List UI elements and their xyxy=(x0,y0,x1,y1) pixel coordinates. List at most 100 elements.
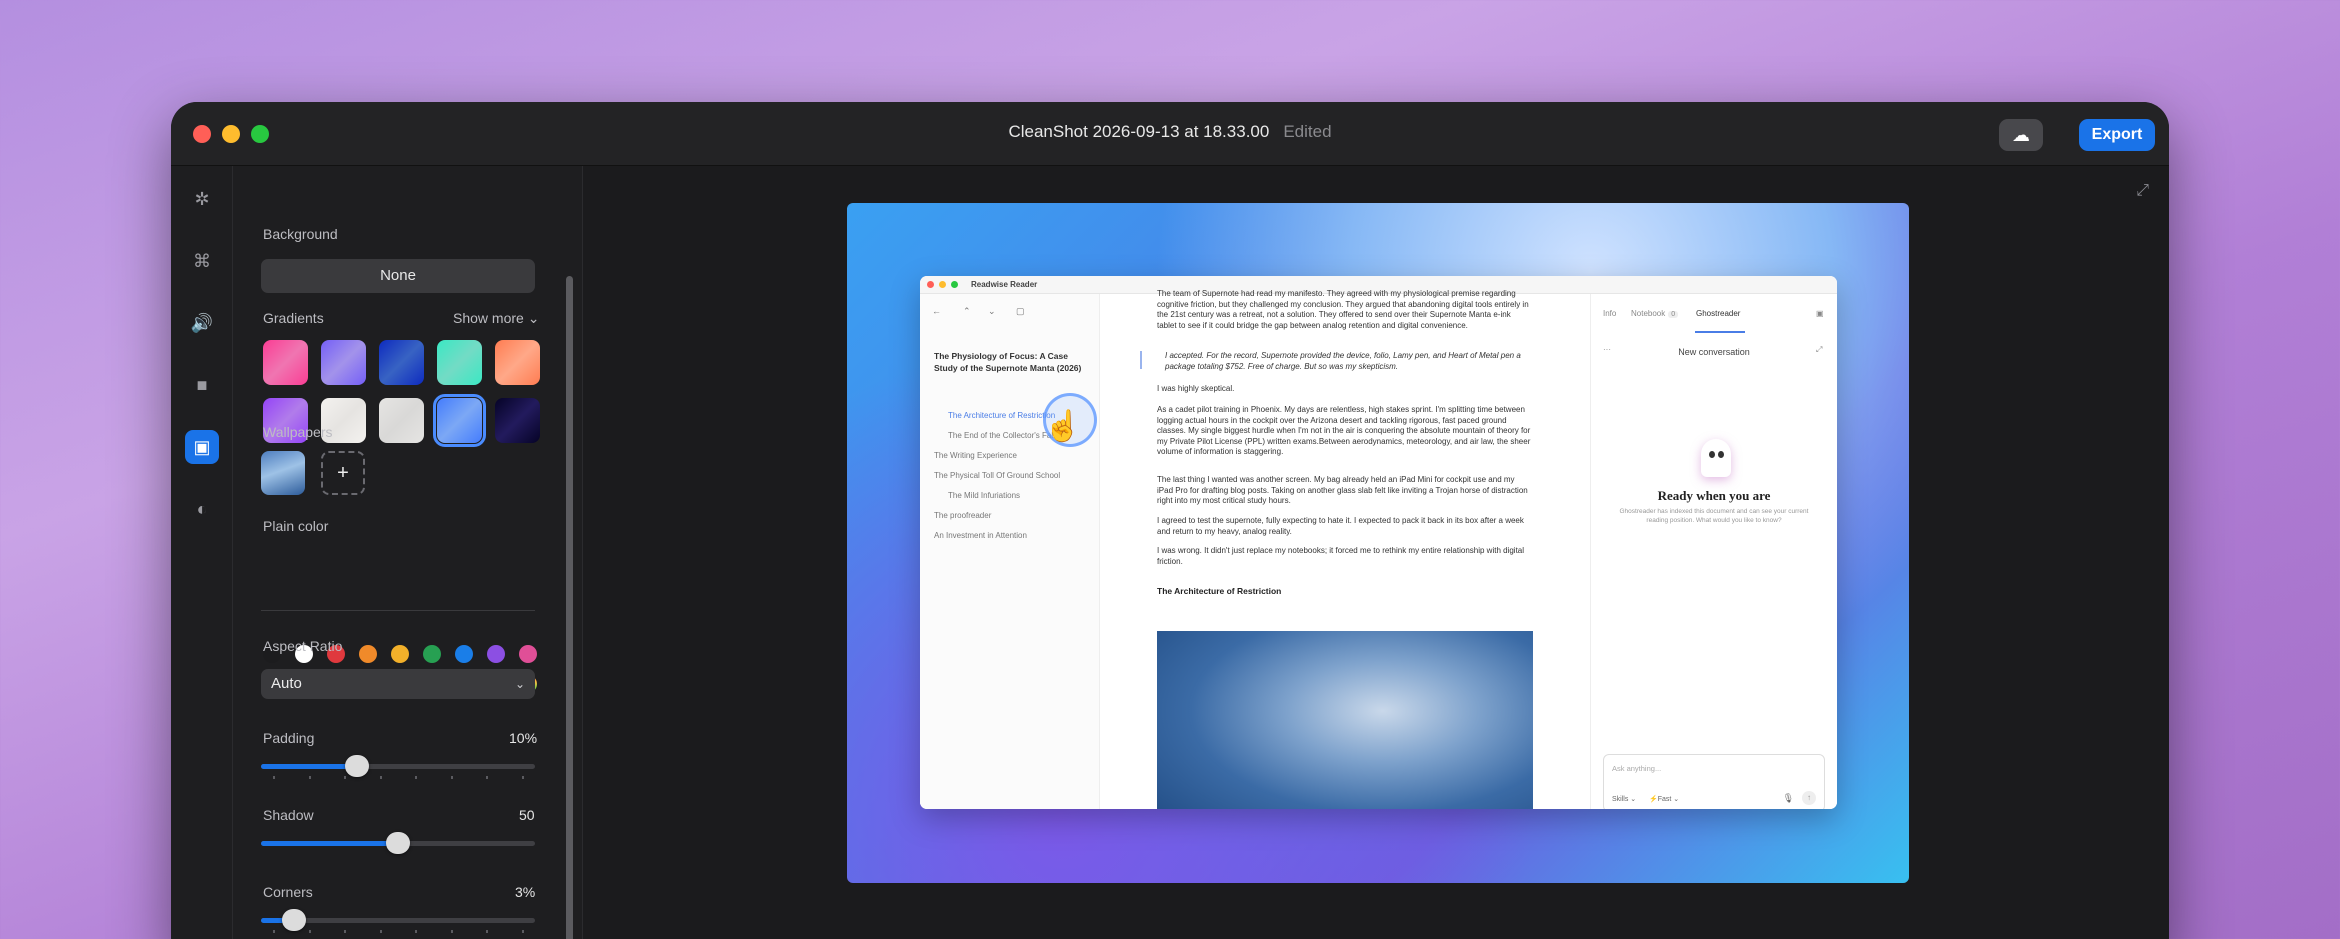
reader-toc-pane: ← ⌃ ⌄ ▢ The Physiology of Focus: A Case … xyxy=(920,294,1100,809)
aspect-ratio-label: Aspect Ratio xyxy=(263,638,343,654)
slider-ticks xyxy=(261,930,535,934)
toc-document-title: The Physiology of Focus: A Case Study of… xyxy=(934,351,1082,373)
chevron-down-icon: ⌄ xyxy=(514,677,525,691)
show-more-link[interactable]: Show more ⌄ xyxy=(453,310,539,327)
ghostreader-pane: Info Notebook 0 Ghostreader ▣ ··· New con… xyxy=(1590,294,1837,809)
tool-rail: ✲ ⌘ 🔊 ■ ▣ ◐ xyxy=(171,166,233,939)
file-name: CleanShot 2026-09-13 at 18.33.00 xyxy=(1008,122,1270,141)
hand-cursor-icon: ☝ xyxy=(1044,410,1082,443)
slider-thumb[interactable] xyxy=(386,832,410,854)
active-tab-underline xyxy=(1695,331,1745,333)
cloud-upload-button[interactable]: ☁ xyxy=(1999,119,2043,151)
slider-thumb[interactable] xyxy=(281,909,306,931)
color-dot[interactable] xyxy=(519,645,537,663)
reader-app-title: Readwise Reader xyxy=(971,280,1038,289)
corners-slider[interactable] xyxy=(261,909,535,931)
toc-item: The Writing Experience xyxy=(934,451,1017,460)
paragraph: I was highly skeptical. xyxy=(1157,384,1235,393)
audio-icon[interactable]: 🔊 xyxy=(185,306,219,340)
up-arrow-icon: ⌃ xyxy=(963,306,971,316)
shadow-label: Shadow xyxy=(263,807,314,823)
gradient-swatch[interactable] xyxy=(379,398,424,443)
crop-icon[interactable]: ⌘ xyxy=(185,244,219,278)
paragraph: The last thing I wanted was another scre… xyxy=(1157,475,1528,505)
color-dot[interactable] xyxy=(487,645,505,663)
edited-status: Edited xyxy=(1283,122,1332,141)
panel-scrollbar[interactable] xyxy=(566,276,573,939)
plus-icon: + xyxy=(337,462,349,484)
cloud-upload-icon: ☁ xyxy=(2012,125,2030,145)
screenshot-preview[interactable]: Readwise Reader ← ⌃ ⌄ ▢ The Physiology o… xyxy=(847,203,1909,883)
down-arrow-icon: ⌄ xyxy=(988,306,996,316)
gradient-swatch[interactable] xyxy=(433,394,486,447)
color-dot[interactable] xyxy=(391,645,409,663)
microphone-icon: 🎙 xyxy=(1782,793,1794,803)
reader-zoom-dot xyxy=(951,281,958,288)
background-icon[interactable]: ▣ xyxy=(185,430,219,464)
toc-item: The Physical Toll Of Ground School xyxy=(934,471,1061,480)
paragraph: I agreed to test the supernote, fully ex… xyxy=(1157,516,1524,536)
magic-wand-icon[interactable]: ✲ xyxy=(185,182,219,216)
toc-item: The Architecture of Restriction xyxy=(948,411,1056,420)
gradient-swatch[interactable] xyxy=(379,340,424,385)
corners-label: Corners xyxy=(263,884,313,900)
panel-toggle-icon: ▣ xyxy=(1816,309,1824,318)
new-conversation-label: New conversation xyxy=(1678,347,1750,357)
readwise-window: Readwise Reader ← ⌃ ⌄ ▢ The Physiology o… xyxy=(920,276,1837,809)
back-arrow-icon: ← xyxy=(932,306,941,316)
toc-item: The proofreader xyxy=(934,511,992,520)
color-dot[interactable] xyxy=(455,645,473,663)
gradient-swatch[interactable] xyxy=(495,398,540,443)
slider-thumb[interactable] xyxy=(344,755,369,777)
wallpapers-label: Wallpapers xyxy=(263,424,333,440)
reader-document: The team of Supernote had read my manife… xyxy=(1100,289,1590,809)
fast-selector: ⚡Fast ⌄ xyxy=(1649,796,1680,803)
export-button[interactable]: Export xyxy=(2079,119,2155,151)
expand-icon: ⤢ xyxy=(1816,345,1823,354)
toc-item: The Mild Infuriations xyxy=(948,491,1021,500)
sky-photo xyxy=(1157,631,1533,809)
window-title: CleanShot 2026-09-13 at 18.33.00 Edited xyxy=(171,122,2169,142)
slider-ticks xyxy=(261,776,535,780)
ask-placeholder: Ask anything... xyxy=(1612,764,1662,773)
send-arrow-icon: ↑ xyxy=(1802,791,1816,805)
quote-marker xyxy=(1140,351,1142,369)
chevron-down-icon: ⌄ xyxy=(527,310,540,326)
shadow-slider[interactable] xyxy=(261,832,535,854)
toggle-icon[interactable]: ◐ xyxy=(185,492,219,526)
shadow-value: 50 xyxy=(519,807,535,823)
tab-ghostreader: Ghostreader xyxy=(1696,309,1741,318)
gradient-swatch[interactable] xyxy=(321,340,366,385)
padding-value: 10% xyxy=(509,730,538,746)
title-bar: CleanShot 2026-09-13 at 18.33.00 Edited ☁… xyxy=(171,102,2169,166)
panel-divider xyxy=(261,610,535,611)
color-dot[interactable] xyxy=(423,645,441,663)
paragraph: I was wrong. It didn't just replace my n… xyxy=(1157,546,1525,566)
add-wallpaper-button[interactable]: + xyxy=(321,451,365,495)
reader-close-dot xyxy=(927,281,934,288)
paragraph: As a cadet pilot training in Phoenix. My… xyxy=(1157,405,1531,456)
color-dot[interactable] xyxy=(359,645,377,663)
aspect-ratio-select[interactable]: Auto ⌄ xyxy=(261,669,535,699)
gradient-swatch[interactable] xyxy=(263,340,308,385)
ready-subtitle: Ghostreader has indexed this document an… xyxy=(1619,508,1809,524)
reader-minimize-dot xyxy=(939,281,946,288)
ghost-icon xyxy=(1701,439,1731,477)
app-window: CleanShot 2026-09-13 at 18.33.00 Edited ☁… xyxy=(171,102,2169,939)
padding-slider[interactable] xyxy=(261,755,535,777)
gradients-label: Gradients xyxy=(263,310,324,326)
gradient-swatch[interactable] xyxy=(437,340,482,385)
background-none-button[interactable]: None xyxy=(261,259,535,293)
ask-input-box: Ask anything... Skills ⌄ ⚡Fast ⌄ 🎙 ↑ xyxy=(1603,754,1825,809)
wallpaper-thumbnail[interactable] xyxy=(261,451,305,495)
skills-selector: Skills ⌄ xyxy=(1612,796,1637,803)
gradient-swatch[interactable] xyxy=(495,340,540,385)
toc-item: An Investment in Attention xyxy=(934,531,1027,540)
tab-info: Info xyxy=(1603,309,1617,318)
plain-color-label: Plain color xyxy=(263,518,329,534)
section-heading: The Architecture of Restriction xyxy=(1157,586,1282,596)
expand-icon[interactable]: ⤢ xyxy=(2136,182,2149,200)
camera-icon[interactable]: ■ xyxy=(185,368,219,402)
background-label: Background xyxy=(263,226,338,242)
sidebar-icon: ▢ xyxy=(1016,306,1025,316)
